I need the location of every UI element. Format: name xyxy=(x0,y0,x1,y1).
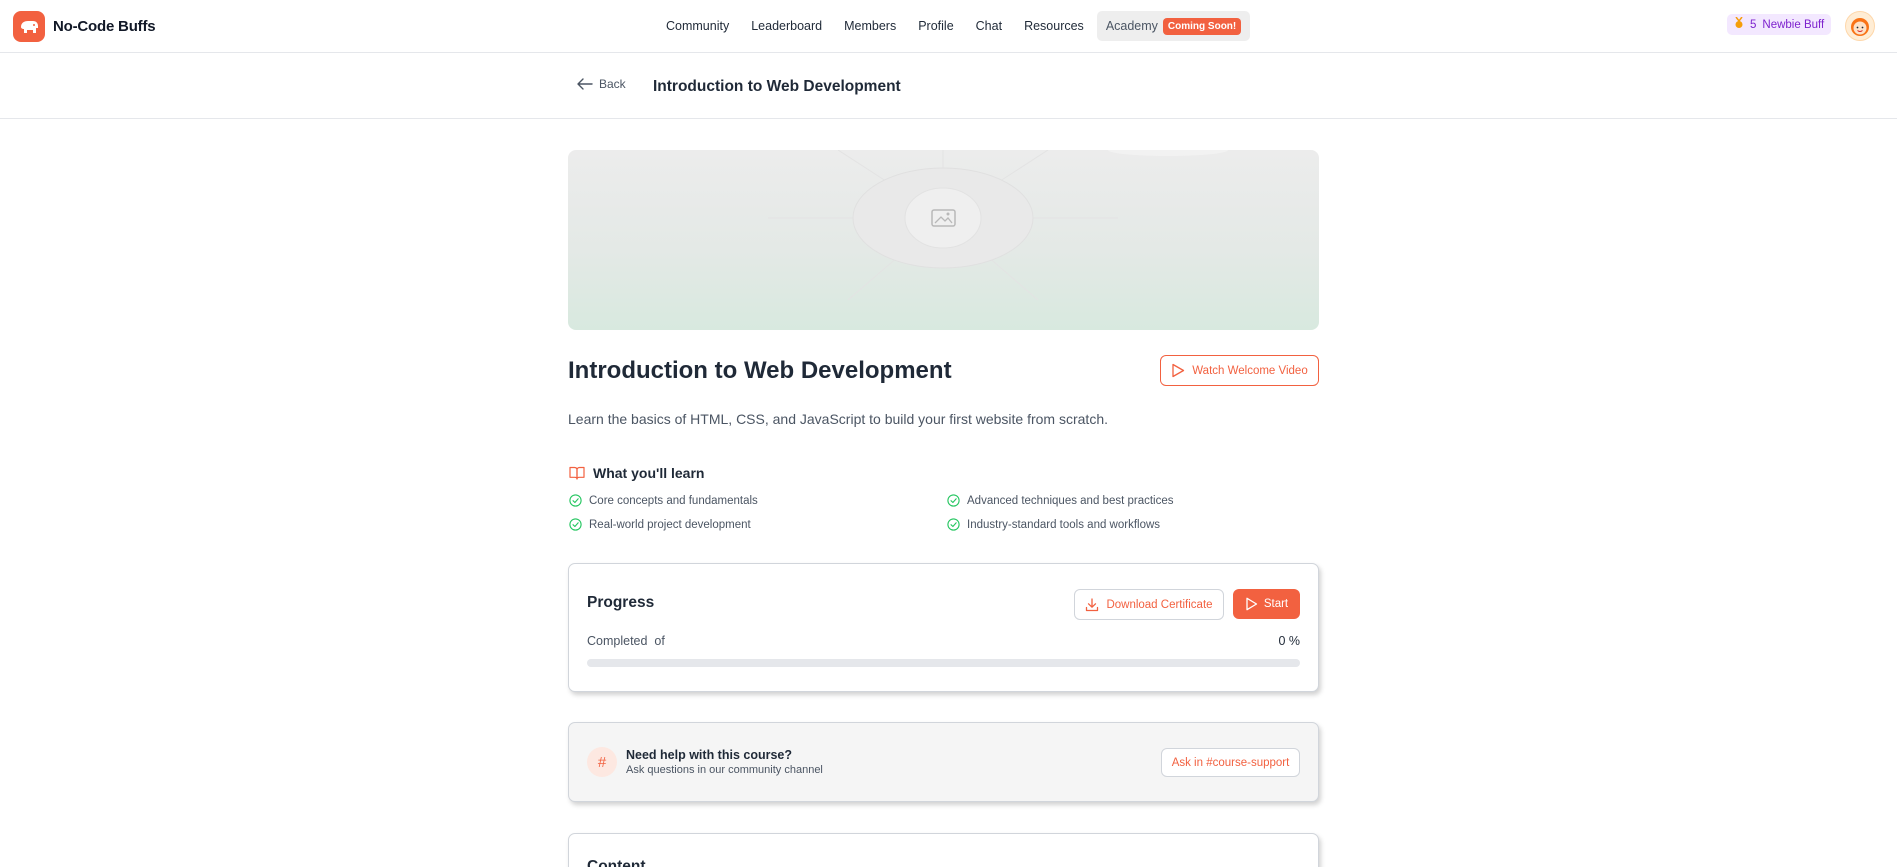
nav-academy[interactable]: Academy Coming Soon! xyxy=(1096,11,1251,41)
user-rank-badge[interactable]: 5 Newbie Buff xyxy=(1727,14,1832,35)
book-open-icon xyxy=(569,466,585,480)
check-circle-icon xyxy=(947,494,960,507)
learn-item-text: Real-world project development xyxy=(589,518,751,531)
course-subheader: Back Introduction to Web Development xyxy=(0,54,1897,119)
user-rank: Newbie Buff xyxy=(1762,18,1825,31)
play-icon xyxy=(1172,363,1185,378)
learn-item: Real-world project development xyxy=(569,518,751,531)
watch-welcome-video-button[interactable]: Watch Welcome Video xyxy=(1160,355,1319,386)
learn-item: Core concepts and fundamentals xyxy=(569,494,758,507)
nav-chat[interactable]: Chat xyxy=(965,11,1013,41)
medal-icon xyxy=(1734,16,1744,32)
arrow-left-icon xyxy=(577,78,593,90)
learn-item-text: Core concepts and fundamentals xyxy=(589,494,758,507)
download-certificate-label: Download Certificate xyxy=(1106,598,1213,611)
learn-item: Industry-standard tools and workflows xyxy=(947,518,1160,531)
nav-members[interactable]: Members xyxy=(833,11,907,41)
subheader-title: Introduction to Web Development xyxy=(653,78,901,95)
back-label: Back xyxy=(599,77,626,91)
main-nav: Community Leaderboard Members Profile Ch… xyxy=(655,11,1251,41)
watch-welcome-video-label: Watch Welcome Video xyxy=(1192,364,1308,377)
progress-card: Progress Download Certificate Start Comp… xyxy=(568,563,1319,692)
brand[interactable]: No-Code Buffs xyxy=(13,11,156,42)
nav-academy-label: Academy xyxy=(1105,19,1158,33)
learn-item-text: Industry-standard tools and workflows xyxy=(967,518,1161,531)
progress-percent: 0 % xyxy=(1278,634,1300,648)
help-card: # Need help with this course? Ask questi… xyxy=(568,722,1319,802)
coming-soon-badge: Coming Soon! xyxy=(1162,17,1242,35)
avatar-face-icon xyxy=(1851,18,1869,36)
progress-title: Progress xyxy=(587,594,655,611)
learn-heading-label: What you'll learn xyxy=(593,465,705,481)
avatar[interactable] xyxy=(1845,11,1875,41)
hashtag-icon: # xyxy=(587,747,617,777)
check-circle-icon xyxy=(947,518,960,531)
brand-name: No-Code Buffs xyxy=(53,18,156,35)
check-circle-icon xyxy=(569,518,582,531)
progress-bar xyxy=(587,659,1300,667)
course-title: Introduction to Web Development xyxy=(568,357,952,384)
content-card: Content xyxy=(568,833,1319,867)
help-subtitle: Ask questions in our community channel xyxy=(626,764,823,776)
start-label: Start xyxy=(1263,598,1289,610)
check-circle-icon xyxy=(569,494,582,507)
ask-course-support-button[interactable]: Ask in #course-support xyxy=(1161,748,1300,777)
learn-heading: What you'll learn xyxy=(569,465,704,481)
download-certificate-button[interactable]: Download Certificate xyxy=(1074,589,1224,620)
image-placeholder-graphic xyxy=(768,150,1228,301)
back-button[interactable]: Back xyxy=(577,77,626,91)
download-icon xyxy=(1086,597,1099,611)
play-icon xyxy=(1246,597,1257,611)
help-title: Need help with this course? xyxy=(626,748,792,762)
content-title: Content xyxy=(587,858,646,867)
top-navbar: No-Code Buffs Community Leaderboard Memb… xyxy=(0,0,1897,53)
start-button[interactable]: Start xyxy=(1233,589,1300,619)
nav-community[interactable]: Community xyxy=(655,11,740,41)
nav-profile[interactable]: Profile xyxy=(907,11,964,41)
course-hero-image xyxy=(568,150,1319,330)
course-description: Learn the basics of HTML, CSS, and JavaS… xyxy=(568,411,1108,427)
nav-leaderboard[interactable]: Leaderboard xyxy=(740,11,833,41)
completed-label: Completed of xyxy=(587,634,665,648)
user-points: 5 xyxy=(1750,18,1757,31)
learn-item: Advanced techniques and best practices xyxy=(947,494,1174,507)
buffalo-logo-icon xyxy=(13,11,45,42)
learn-item-text: Advanced techniques and best practices xyxy=(967,494,1174,507)
nav-resources[interactable]: Resources xyxy=(1013,11,1095,41)
